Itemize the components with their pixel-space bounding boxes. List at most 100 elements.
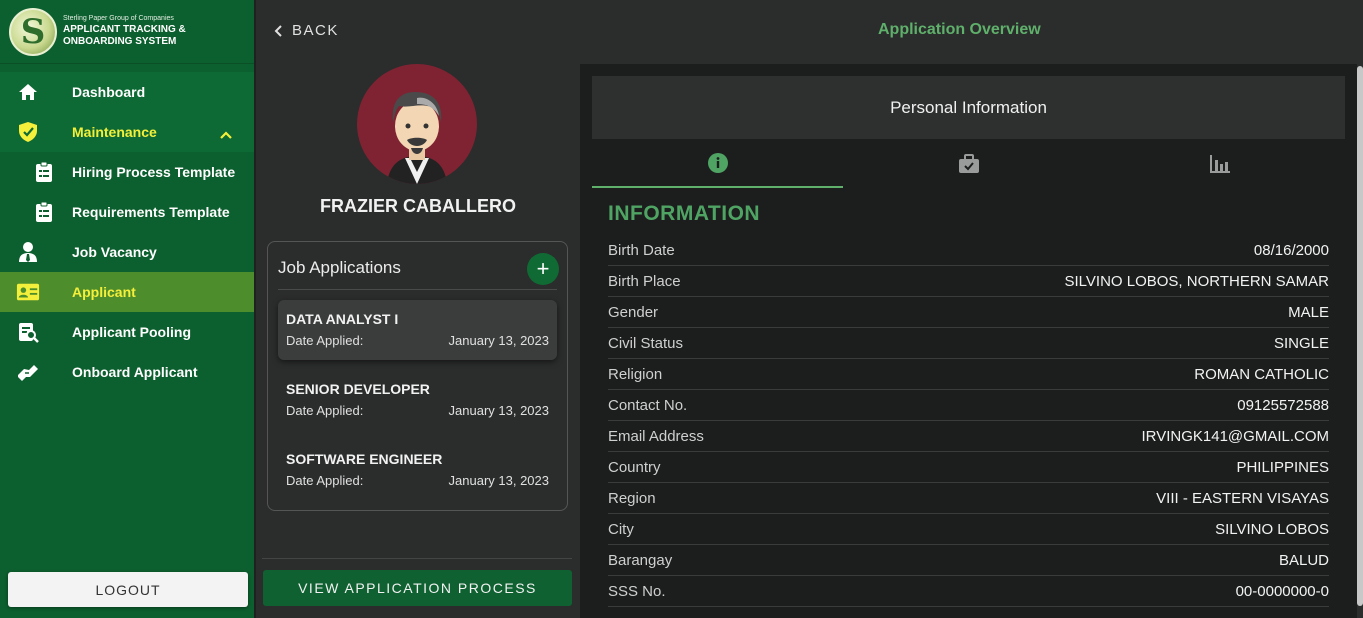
field-label: Region xyxy=(608,490,656,507)
information-heading: INFORMATION xyxy=(608,202,761,225)
field-label: Barangay xyxy=(608,552,673,569)
info-row-email-address: Email Address IRVINGK141@GMAIL.COM xyxy=(608,421,1329,452)
brand-title-line1: APPLICANT TRACKING & xyxy=(63,24,186,35)
job-application-item[interactable]: SENIOR DEVELOPER Date Applied: January 1… xyxy=(278,370,557,430)
view-application-process-button[interactable]: VIEW APPLICATION PROCESS xyxy=(263,570,572,606)
date-applied-value: January 13, 2023 xyxy=(448,403,549,418)
sidebar-item-job-vacancy[interactable]: Job Vacancy xyxy=(0,232,254,272)
applicant-name: FRAZIER CABALLERO xyxy=(320,196,516,216)
field-label: Contact No. xyxy=(608,397,688,414)
date-applied-label: Date Applied: xyxy=(286,403,364,418)
sidebar-item-applicant[interactable]: Applicant xyxy=(0,272,254,312)
field-value: ROMAN CATHOLIC xyxy=(1194,366,1329,383)
info-row-sss-no: SSS No. 00-0000000-0 xyxy=(608,576,1329,607)
info-row-contact-no: Contact No. 09125572588 xyxy=(608,390,1329,421)
bar-chart-icon xyxy=(1209,155,1230,173)
sidebar-item-label: Applicant Pooling xyxy=(72,324,191,340)
field-label: Gender xyxy=(608,304,659,321)
sidebar-item-onboard-applicant[interactable]: Onboard Applicant xyxy=(0,352,254,392)
field-label: City xyxy=(608,521,634,538)
sidebar-item-dashboard[interactable]: Dashboard xyxy=(0,72,254,112)
sidebar-item-label: Dashboard xyxy=(72,84,146,100)
add-application-button[interactable]: + xyxy=(527,253,559,285)
handshake-icon xyxy=(16,360,40,384)
job-applications-header: Job Applications + xyxy=(278,242,559,290)
job-applications-title: Job Applications xyxy=(278,258,401,277)
briefcase-check-icon xyxy=(958,154,979,173)
field-label: SSS No. xyxy=(608,583,666,600)
field-value: VIII - EASTERN VISAYAS xyxy=(1156,490,1329,507)
scrollbar-thumb[interactable] xyxy=(1357,66,1363,606)
info-row-region: Region VIII - EASTERN VISAYAS xyxy=(608,483,1329,514)
sidebar-item-label: Onboard Applicant xyxy=(72,364,198,380)
home-icon xyxy=(16,80,40,104)
job-title: DATA ANALYST I xyxy=(286,311,399,327)
field-value: SINGLE xyxy=(1273,335,1329,352)
brand-header: S Sterling Paper Group of Companies APPL… xyxy=(0,0,254,64)
info-icon xyxy=(707,153,728,173)
logout-button[interactable]: LOGOUT xyxy=(8,572,248,607)
sidebar-item-label: Maintenance xyxy=(72,124,157,140)
information-list: Birth Date 08/16/2000 Birth Place SILVIN… xyxy=(608,235,1329,607)
info-row-birth-place: Birth Place SILVINO LOBOS, NORTHERN SAMA… xyxy=(608,266,1329,297)
field-value: SILVINO LOBOS xyxy=(1215,521,1329,538)
details-tabs xyxy=(592,140,1345,188)
field-value: 08/16/2000 xyxy=(1253,242,1329,259)
avatar xyxy=(357,64,477,184)
sidebar-item-maintenance[interactable]: Maintenance xyxy=(0,112,254,152)
info-row-birth-date: Birth Date 08/16/2000 xyxy=(608,235,1329,266)
field-value: SILVINO LOBOS, NORTHERN SAMAR xyxy=(1064,273,1330,290)
company-logo: S xyxy=(9,7,57,56)
brand-text: Sterling Paper Group of Companies APPLIC… xyxy=(63,15,186,48)
field-value: MALE xyxy=(1288,304,1329,321)
job-applications-card: Job Applications + DATA ANALYST I Date A… xyxy=(267,241,568,511)
user-tie-icon xyxy=(16,240,40,264)
info-row-country: Country PHILIPPINES xyxy=(608,452,1329,483)
date-applied-value: January 13, 2023 xyxy=(448,333,549,348)
sidebar-item-label: Requirements Template xyxy=(72,204,230,220)
divider xyxy=(262,558,572,559)
logo-letter: S xyxy=(20,11,46,52)
tab-employment[interactable] xyxy=(843,140,1094,188)
job-title: SENIOR DEVELOPER xyxy=(286,381,430,397)
sidebar-nav: Dashboard Maintenance Hiring Process Tem… xyxy=(0,72,254,392)
back-label: BACK xyxy=(292,22,339,39)
job-application-item[interactable]: SOFTWARE ENGINEER Date Applied: January … xyxy=(278,440,557,500)
field-label: Email Address xyxy=(608,428,704,445)
tab-information[interactable] xyxy=(592,140,843,188)
chevron-left-icon xyxy=(274,24,282,37)
info-row-gender: Gender MALE xyxy=(608,297,1329,328)
tab-statistics[interactable] xyxy=(1094,140,1345,188)
date-applied-label: Date Applied: xyxy=(286,473,364,488)
brand-title-line2: ONBOARDING SYSTEM xyxy=(63,36,177,47)
back-button[interactable]: BACK xyxy=(274,22,339,39)
clipboard-icon xyxy=(32,200,56,224)
sidebar-item-label: Hiring Process Template xyxy=(72,164,236,180)
search-document-icon xyxy=(16,320,40,344)
date-applied-label: Date Applied: xyxy=(286,333,364,348)
brand-subtitle: Sterling Paper Group of Companies xyxy=(63,15,174,22)
job-application-item[interactable]: DATA ANALYST I Date Applied: January 13,… xyxy=(278,300,557,360)
info-row-religion: Religion ROMAN CATHOLIC xyxy=(608,359,1329,390)
field-value: PHILIPPINES xyxy=(1236,459,1329,476)
clipboard-icon xyxy=(32,160,56,184)
section-title: Personal Information xyxy=(592,76,1345,139)
shield-icon xyxy=(16,120,40,144)
id-card-icon xyxy=(16,280,40,304)
field-label: Religion xyxy=(608,366,663,383)
field-value: IRVINGK141@GMAIL.COM xyxy=(1141,428,1330,445)
sidebar-item-hiring-process-template[interactable]: Hiring Process Template xyxy=(0,152,254,192)
sidebar-item-requirements-template[interactable]: Requirements Template xyxy=(0,192,254,232)
chevron-up-icon[interactable] xyxy=(220,126,232,144)
page-title: Application Overview xyxy=(878,21,1041,38)
sidebar-item-label: Applicant xyxy=(72,284,136,300)
date-applied-value: January 13, 2023 xyxy=(448,473,549,488)
field-value: 00-0000000-0 xyxy=(1235,583,1329,600)
field-value: BALUD xyxy=(1278,552,1329,569)
field-value: 09125572588 xyxy=(1237,397,1329,414)
field-label: Country xyxy=(608,459,661,476)
sidebar-item-applicant-pooling[interactable]: Applicant Pooling xyxy=(0,312,254,352)
info-row-barangay: Barangay BALUD xyxy=(608,545,1329,576)
info-row-city: City SILVINO LOBOS xyxy=(608,514,1329,545)
field-label: Birth Date xyxy=(608,242,675,259)
